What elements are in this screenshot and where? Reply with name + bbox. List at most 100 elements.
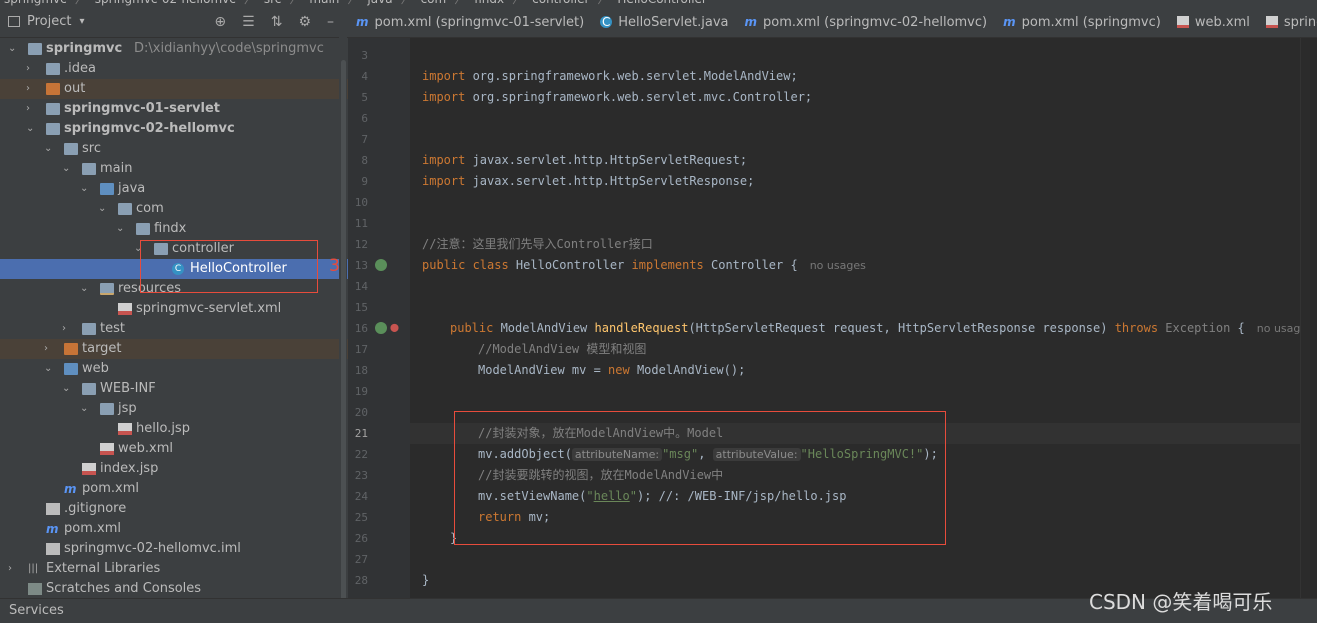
editor-tab[interactable]: m pom.xml (springmvc-02-hellomvc) xyxy=(737,6,996,37)
tree-item[interactable]: ⌄ WEB-INF xyxy=(0,379,348,399)
tree-item[interactable]: › test xyxy=(0,319,348,339)
tree-item[interactable]: hello.jsp xyxy=(0,419,348,439)
tree-item[interactable]: ⌄ resources xyxy=(0,279,348,299)
line-number: 3 xyxy=(361,49,368,62)
tree-item[interactable]: springmvc-servlet.xml xyxy=(0,299,348,319)
code-token: public class xyxy=(422,258,509,272)
tree-item[interactable]: web.xml xyxy=(0,439,348,459)
editor-tab[interactable]: C HelloServlet.java xyxy=(592,6,736,37)
line-number: 11 xyxy=(354,217,368,230)
tree-item[interactable]: ⌄ findx xyxy=(0,219,348,239)
package-icon xyxy=(154,243,168,255)
chevron-down-icon[interactable]: ⌄ xyxy=(62,379,72,399)
editor-tab[interactable]: m pom.xml (springmvc) xyxy=(995,6,1169,37)
locate-icon[interactable]: ⊕ xyxy=(214,14,226,30)
folder-icon xyxy=(82,323,96,335)
collapse-all-icon[interactable]: ☰ xyxy=(242,14,255,30)
chevron-down-icon[interactable]: ⌄ xyxy=(116,219,126,239)
tree-item[interactable]: .gitignore xyxy=(0,499,348,519)
chevron-down-icon[interactable]: ⌄ xyxy=(8,39,18,59)
code-token: "HelloSpringMVC!" xyxy=(800,447,924,461)
line-number: 16 xyxy=(354,322,368,335)
project-panel-title[interactable]: Project xyxy=(27,14,71,29)
chevron-down-icon[interactable]: ⌄ xyxy=(80,179,90,199)
tree-item[interactable]: › target xyxy=(0,339,348,359)
chevron-right-icon[interactable]: › xyxy=(8,559,18,579)
tree-item[interactable]: › ||| External Libraries xyxy=(0,559,348,579)
xml-icon xyxy=(1265,16,1278,28)
code-line[interactable]: mv.addObject(attributeName: "msg", attrib… xyxy=(410,444,1317,465)
editor-tab[interactable]: springmvc-servlet.xml xyxy=(1258,6,1317,37)
tree-item[interactable]: ⌄ src xyxy=(0,139,348,159)
tree-item[interactable]: ⌄ springmvc-02-hellomvc xyxy=(0,119,348,139)
services-label[interactable]: Services xyxy=(9,603,64,618)
tree-item[interactable]: › .idea xyxy=(0,59,348,79)
tree-item[interactable]: m pom.xml xyxy=(0,479,348,499)
tree-item[interactable]: m pom.xml xyxy=(0,519,348,539)
tree-item[interactable]: ⌄ jsp xyxy=(0,399,348,419)
tree-item[interactable]: ⌄ main xyxy=(0,159,348,179)
editor-tab[interactable]: m pom.xml (springmvc-01-servlet) xyxy=(348,6,592,37)
code-line[interactable]: //封装对象，放在ModelAndView中。Model xyxy=(410,423,1317,444)
code-line[interactable]: import javax.servlet.http.HttpServletRes… xyxy=(410,171,1317,192)
code-line[interactable]: //ModelAndView 模型和视图 xyxy=(410,339,1317,360)
tree-item[interactable]: ⌄ java xyxy=(0,179,348,199)
chevron-down-icon[interactable]: ⌄ xyxy=(80,399,90,419)
maven-icon: m xyxy=(744,15,758,29)
spring-bean-icon[interactable] xyxy=(375,259,387,271)
code-line[interactable]: import javax.servlet.http.HttpServletReq… xyxy=(410,150,1317,171)
code-line[interactable]: import org.springframework.web.servlet.m… xyxy=(410,87,1317,108)
code-editor[interactable]: import org.springframework.web.servlet.M… xyxy=(410,38,1317,598)
watermark: CSDN @笑着喝可乐 xyxy=(1089,590,1273,614)
line-number: 14 xyxy=(354,280,368,293)
tree-item[interactable]: index.jsp xyxy=(0,459,348,479)
code-line[interactable]: public ModelAndView handleRequest(HttpSe… xyxy=(410,318,1317,339)
project-panel-header: Project ▾ ⊕ ☰ ⇅ ⚙ – xyxy=(0,6,348,38)
code-line[interactable]: //封装要跳转的视图，放在ModelAndView中 xyxy=(410,465,1317,486)
tree-item[interactable]: › out xyxy=(0,79,348,99)
tree-item[interactable]: › springmvc-01-servlet xyxy=(0,99,348,119)
spring-bean-icon[interactable] xyxy=(375,322,387,334)
line-number: 13 xyxy=(354,259,368,272)
hide-icon[interactable]: – xyxy=(327,14,334,30)
project-scrollbar[interactable] xyxy=(339,30,347,605)
line-number: 15 xyxy=(354,301,368,314)
tree-item[interactable]: ⌄ com xyxy=(0,199,348,219)
chevron-right-icon[interactable]: › xyxy=(26,99,36,119)
implements-icon[interactable]: ⬤ xyxy=(390,322,400,334)
tree-item[interactable]: ⌄ springmvc D:\xidianhyy\code\springmvc xyxy=(0,39,348,59)
chevron-down-icon[interactable]: ⌄ xyxy=(44,359,54,379)
chevron-down-icon[interactable]: ▾ xyxy=(79,16,84,27)
chevron-down-icon[interactable]: ⌄ xyxy=(26,119,36,139)
chevron-down-icon[interactable]: ⌄ xyxy=(80,279,90,299)
tree-item[interactable]: ⌄ controller xyxy=(0,239,348,259)
editor-scrollbar[interactable] xyxy=(1300,38,1317,598)
editor-tab[interactable]: web.xml xyxy=(1169,6,1258,37)
chevron-right-icon[interactable]: › xyxy=(26,79,36,99)
code-token: //ModelAndView 模型和视图 xyxy=(478,342,647,356)
code-line[interactable]: return mv; xyxy=(410,507,1317,528)
tree-item[interactable]: springmvc-02-hellomvc.iml xyxy=(0,539,348,559)
chevron-down-icon[interactable]: ⌄ xyxy=(44,139,54,159)
code-token: throws xyxy=(1114,321,1159,335)
tree-item[interactable]: Scratches and Consoles xyxy=(0,579,348,599)
code-line[interactable]: import org.springframework.web.servlet.M… xyxy=(410,66,1317,87)
code-line[interactable]: //注意：这里我们先导入Controller接口 xyxy=(410,234,1317,255)
chevron-down-icon[interactable]: ⌄ xyxy=(134,239,144,259)
chevron-down-icon[interactable]: ⌄ xyxy=(62,159,72,179)
code-line[interactable]: } xyxy=(410,528,1317,549)
code-line[interactable]: ModelAndView mv = new ModelAndView(); xyxy=(410,360,1317,381)
tree-item[interactable]: ⌄ web xyxy=(0,359,348,379)
expand-icon[interactable]: ⇅ xyxy=(271,14,283,30)
chevron-right-icon[interactable]: › xyxy=(62,319,72,339)
code-line[interactable]: public class HelloController implements … xyxy=(410,255,1317,276)
chevron-right-icon[interactable]: › xyxy=(44,339,54,359)
code-line[interactable]: mv.setViewName("hello"); //: /WEB-INF/js… xyxy=(410,486,1317,507)
tree-item[interactable]: C HelloController xyxy=(0,259,348,279)
line-number: 10 xyxy=(354,196,368,209)
scrollbar-thumb[interactable] xyxy=(341,60,346,605)
chevron-down-icon[interactable]: ⌄ xyxy=(98,199,108,219)
line-number: 27 xyxy=(354,553,368,566)
gear-icon[interactable]: ⚙ xyxy=(298,14,311,30)
chevron-right-icon[interactable]: › xyxy=(26,59,36,79)
